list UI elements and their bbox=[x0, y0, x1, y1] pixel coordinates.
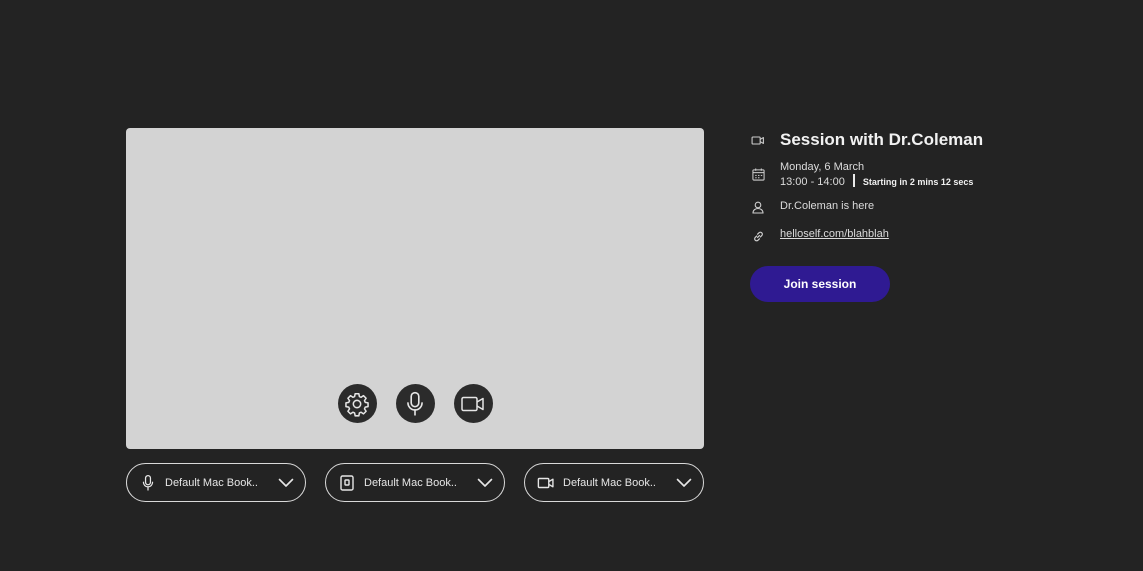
microphone-button[interactable] bbox=[395, 384, 435, 423]
video-preview bbox=[126, 128, 704, 449]
session-title: Session with Dr.Coleman bbox=[780, 130, 984, 149]
video-camera-icon bbox=[461, 396, 484, 411]
session-link[interactable]: helloself.com/blahblah bbox=[780, 228, 889, 240]
video-camera-icon bbox=[750, 132, 766, 148]
session-lobby: Default Mac Book.. Default Mac Book.. De… bbox=[0, 0, 1143, 571]
camera-select-value: Default Mac Book.. bbox=[563, 476, 656, 489]
camera-select[interactable]: Default Mac Book.. bbox=[524, 463, 704, 502]
chevron-down-icon bbox=[675, 474, 693, 492]
settings-button[interactable] bbox=[337, 384, 377, 423]
session-countdown: Starting in 2 mins 12 secs bbox=[862, 177, 974, 187]
session-datetime-row: Monday, 6 March 13:00 - 14:00 Starting in… bbox=[750, 160, 1110, 189]
preview-controls bbox=[126, 384, 704, 423]
link-icon bbox=[750, 228, 766, 244]
presence-row: Dr.Coleman is here bbox=[750, 199, 1110, 215]
session-time: 13:00 - 14:00 bbox=[780, 176, 845, 188]
join-session-button[interactable]: Join session bbox=[750, 266, 890, 302]
calendar-icon bbox=[750, 166, 766, 182]
speaker-icon bbox=[338, 473, 356, 493]
session-info: Session with Dr.Coleman Monday, 6 March bbox=[750, 128, 1110, 244]
session-time-line: 13:00 - 14:00 Starting in 2 mins 12 secs bbox=[780, 174, 973, 189]
video-camera-icon bbox=[537, 473, 555, 493]
microphone-icon bbox=[407, 391, 423, 416]
chevron-down-icon bbox=[476, 474, 494, 492]
person-icon bbox=[750, 199, 766, 215]
link-row: helloself.com/blahblah bbox=[750, 228, 1110, 244]
session-date: Monday, 6 March bbox=[780, 161, 865, 173]
microphone-select-value: Default Mac Book.. bbox=[165, 476, 258, 489]
microphone-icon bbox=[139, 473, 157, 493]
presence-status: Dr.Coleman is here bbox=[780, 200, 875, 212]
divider bbox=[852, 174, 855, 187]
chevron-down-icon bbox=[277, 474, 295, 492]
device-selectors: Default Mac Book.. Default Mac Book.. De… bbox=[126, 463, 704, 502]
session-title-row: Session with Dr.Coleman bbox=[750, 130, 1110, 150]
camera-button[interactable] bbox=[453, 384, 493, 423]
gear-icon bbox=[345, 392, 369, 417]
microphone-select[interactable]: Default Mac Book.. bbox=[126, 463, 306, 502]
speaker-select[interactable]: Default Mac Book.. bbox=[325, 463, 505, 502]
speaker-select-value: Default Mac Book.. bbox=[364, 476, 457, 489]
